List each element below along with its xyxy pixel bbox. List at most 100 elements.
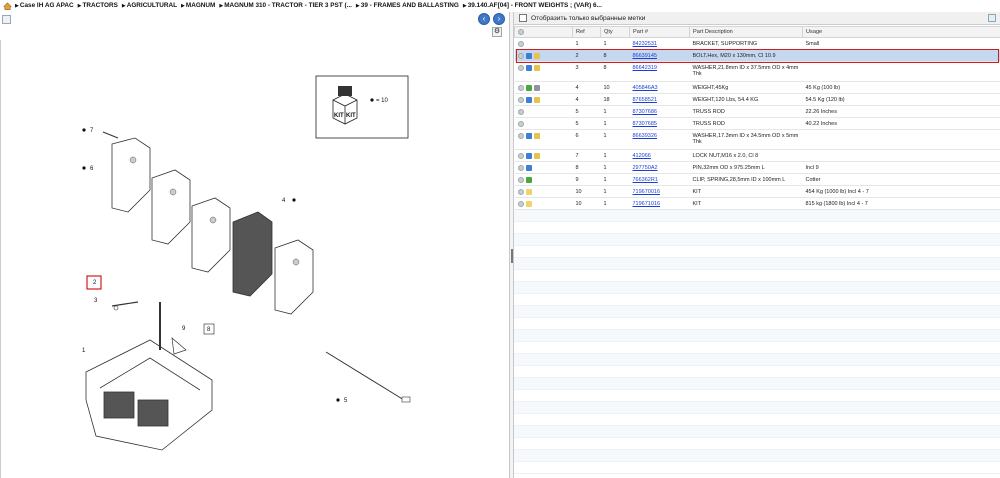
history-icon[interactable] [525,153,532,159]
cell-part[interactable]: 412066 [629,149,690,162]
row-actions[interactable] [514,105,573,118]
breadcrumb-item[interactable]: 39.140.AF[04] - FRONT WEIGHTS ; (VAR) 6.… [468,2,602,9]
callout-9: 9 [182,326,186,332]
table-row[interactable]: 4 10 405846A3 WEIGHT,45Kg 45 Kg (100 lb) [514,81,1000,94]
row-actions[interactable] [514,81,573,94]
table-row[interactable]: 3 8 86642319 WASHER,21.8mm ID x 37.5mm OD x… [514,61,1000,82]
table-row[interactable]: 9 1 766362R1 CLIP, SPRING,28,5mm ID x 100mm… [514,173,1000,186]
history-icon[interactable] [525,97,532,103]
splitter-grip-icon[interactable] [511,249,513,263]
info-icon[interactable] [517,189,524,195]
row-actions[interactable] [514,161,573,174]
cell-part[interactable]: 719671016 [629,197,690,210]
part-number-link[interactable]: 84232531 [633,41,657,47]
col-header-ref[interactable]: Ref [572,26,601,38]
info-icon[interactable] [517,165,524,171]
info-icon[interactable] [517,109,524,115]
part-number-link[interactable]: 86642319 [633,65,657,71]
cell-description: TRUSS ROD [689,117,803,130]
arrow-icon[interactable] [525,85,532,91]
kit-legend: KIT KIT = 10 [315,75,409,139]
cell-part[interactable]: 297750A2 [629,161,690,174]
history-icon[interactable] [525,133,532,139]
settings-button[interactable]: ⚙ [492,27,502,37]
part-number-link[interactable]: 297750A2 [633,165,658,171]
part-number-link[interactable]: 412066 [633,153,651,159]
home-icon[interactable] [3,2,12,10]
part-number-link[interactable]: 87307686 [633,109,657,115]
table-row[interactable]: 10 1 719670016 KIT 454 Kg (1000 lb) Incl 4 -… [514,185,1000,198]
col-header-actions[interactable] [514,26,573,38]
breadcrumb-item[interactable]: MAGNUM [186,2,215,9]
cart-icon[interactable] [533,153,540,159]
kit-label-right: KIT [346,113,356,119]
cell-part[interactable]: 87307686 [629,105,690,118]
table-row[interactable]: 4 18 87658521 WEIGHT,120 Lbs, 54.4 KG 54.5 K… [514,93,1000,106]
info-icon[interactable] [517,177,524,183]
part-number-link[interactable]: 719670016 [633,189,661,195]
breadcrumb-item[interactable]: TRACTORS [82,2,117,9]
part-number-link[interactable]: 86639326 [633,133,657,139]
row-actions[interactable] [514,149,573,162]
cell-part[interactable]: 87307685 [629,117,690,130]
table-row[interactable]: 8 1 297750A2 PIN,32mm OD x 975.25mm L Incl 9 [514,161,1000,174]
cell-part[interactable]: 405846A3 [629,81,690,94]
breadcrumb-item[interactable]: 39 - FRAMES AND BALLASTING [361,2,459,9]
supporting-bracket [85,339,213,451]
part-number-link[interactable]: 87307685 [633,121,657,127]
part-number-link[interactable]: 405846A3 [633,85,658,91]
table-row[interactable]: 5 1 87307685 TRUSS ROD 40.22 Inches [514,117,1000,130]
arrow-icon[interactable] [525,177,532,183]
info-icon[interactable] [517,85,524,91]
part-number-link[interactable]: 766362R1 [633,177,658,183]
breadcrumb-item[interactable]: MAGNUM 310 - TRACTOR - TIER 3 PST (... [224,2,352,9]
col-header-usage[interactable]: Usage [802,26,1000,38]
col-header-qty[interactable]: Qty [600,26,630,38]
breadcrumb-item[interactable]: Case IH AG APAC [20,2,74,9]
back-button[interactable]: ‹ [478,13,490,25]
cart-icon[interactable] [533,65,540,71]
cell-ref: 4 [572,93,601,106]
cart-icon[interactable] [533,133,540,139]
table-row[interactable]: 10 1 719671016 KIT 815 kg (1800 lb) Incl 4 -… [514,197,1000,210]
cell-part[interactable]: 719670016 [629,185,690,198]
table-row[interactable]: 7 1 412066 LOCK NUT,M16 x 2.0, Cl 8 [514,149,1000,162]
info-icon[interactable] [517,121,524,127]
row-actions[interactable] [514,61,573,82]
info-icon[interactable] [517,65,524,71]
part-number-link[interactable]: 87658521 [633,97,657,103]
forward-button[interactable]: › [493,13,505,25]
cell-part[interactable]: 86639326 [629,129,690,150]
row-actions[interactable] [514,117,573,130]
info-icon[interactable] [517,153,524,159]
info-icon[interactable] [517,97,524,103]
row-actions[interactable] [514,173,573,186]
cell-qty: 1 [600,149,630,162]
history-icon[interactable] [525,165,532,171]
folder-icon[interactable] [525,189,532,195]
row-actions[interactable] [514,185,573,198]
cell-part[interactable]: 87658521 [629,93,690,106]
row-actions[interactable] [514,93,573,106]
cell-part[interactable]: 766362R1 [629,173,690,186]
cell-qty: 1 [600,161,630,174]
show-selected-only-checkbox[interactable] [519,14,527,22]
info-icon[interactable] [517,41,524,47]
row-actions[interactable] [514,129,573,150]
breadcrumb-item[interactable]: AGRICULTURAL [127,2,177,9]
fit-view-icon[interactable] [2,15,11,24]
info-icon[interactable] [517,201,524,207]
row-actions[interactable] [514,197,573,210]
history-icon[interactable] [525,65,532,71]
cell-part[interactable]: 86642319 [629,61,690,82]
folder-icon[interactable] [525,201,532,207]
table-row[interactable]: 6 1 86639326 WASHER,17.3mm ID x 34.5mm OD x… [514,129,1000,150]
table-row[interactable]: 5 1 87307686 TRUSS ROD 22.26 Inches [514,105,1000,118]
cart-icon[interactable] [533,97,540,103]
export-icon[interactable] [988,14,996,22]
col-header-part[interactable]: Part # [629,26,690,38]
info-icon[interactable] [517,133,524,139]
wrench-icon[interactable] [533,85,540,91]
part-number-link[interactable]: 719671016 [633,201,661,207]
col-header-description[interactable]: Part Description [689,26,803,38]
